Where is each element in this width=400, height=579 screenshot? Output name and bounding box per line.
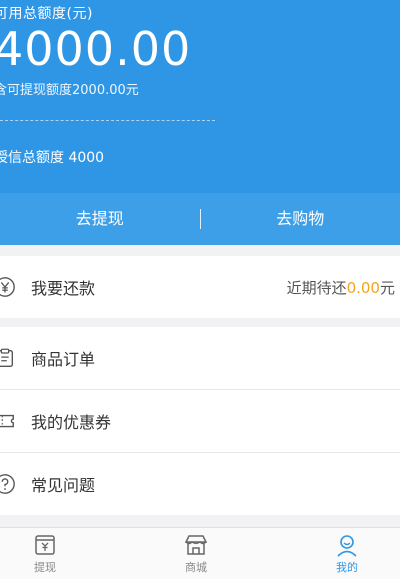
menu-item-coupons[interactable]: 我的优惠券 [0, 390, 400, 452]
menu-item-label: 我的优惠券 [31, 409, 111, 433]
shop-button[interactable]: 去购物 [201, 193, 400, 245]
tab-label: 提现 [5, 559, 85, 575]
pending-amount: 0.00 [347, 279, 380, 297]
credit-total-text: 授信总额度 4000 [0, 147, 104, 167]
tab-label: 我的 [307, 559, 387, 575]
action-bar: 去提现 去购物 [0, 193, 400, 245]
bottom-tab-bar: 提现 商城 我的 [0, 527, 400, 579]
withdraw-button[interactable]: 去提现 [0, 193, 200, 245]
tab-mine[interactable]: 我的 [307, 528, 387, 579]
yen-card-icon [31, 533, 59, 557]
tab-store[interactable]: 商城 [156, 528, 236, 579]
tab-label: 商城 [156, 559, 236, 575]
repay-label: 我要还款 [31, 275, 95, 299]
user-icon [333, 533, 361, 557]
menu-item-label: 商品订单 [31, 346, 95, 370]
menu-item-label: 常见问题 [31, 472, 95, 496]
tab-withdraw[interactable]: 提现 [5, 528, 85, 579]
withdrawable-text: 含可提现额度2000.00元 [0, 79, 139, 98]
yen-circle-icon [0, 276, 16, 298]
question-circle-icon [0, 473, 16, 495]
pending-repayment: 近期待还0.00元 [287, 277, 395, 298]
available-label: 可用总额度(元) [0, 3, 93, 23]
clipboard-icon [0, 347, 16, 369]
menu-item-orders[interactable]: 商品订单 [0, 327, 400, 389]
menu-item-faq[interactable]: 常见问题 [0, 453, 400, 515]
store-icon [182, 533, 210, 557]
available-amount: 4000.00 [0, 22, 191, 76]
account-summary: 可用总额度(元) 4000.00 含可提现额度2000.00元 授信总额度 40… [0, 0, 400, 193]
dashed-divider [0, 120, 215, 121]
repay-row[interactable]: 我要还款 近期待还0.00元 [0, 256, 400, 318]
ticket-icon [0, 410, 16, 432]
